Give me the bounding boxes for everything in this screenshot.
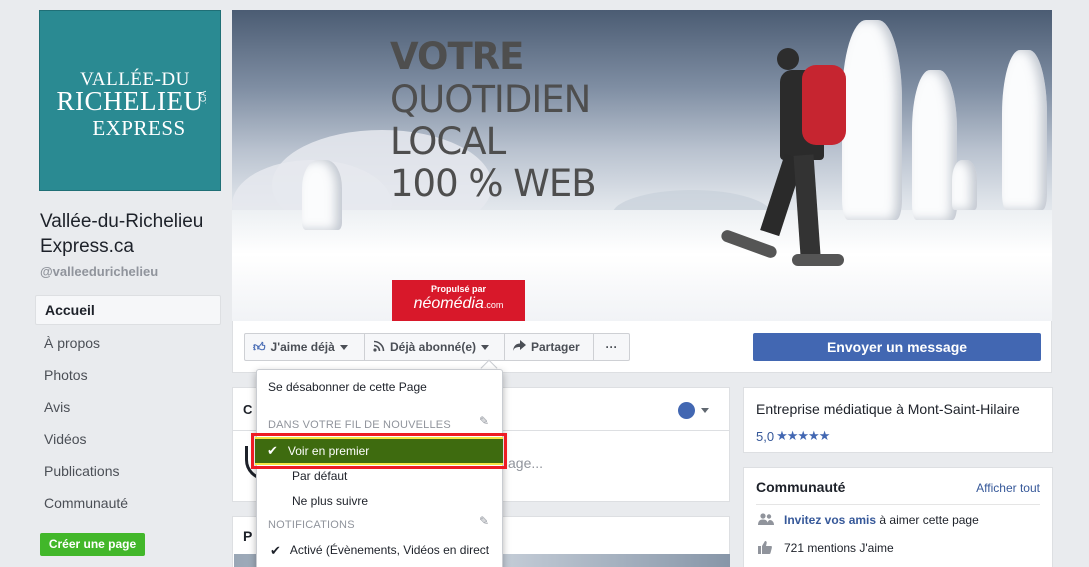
nav-item-photos[interactable]: Photos xyxy=(35,359,221,391)
cover-photo[interactable]: VOTRE QUOTIDIEN LOCAL 100 % WEB Propulsé… xyxy=(232,10,1052,321)
page-likes-count[interactable]: 721 mentions J'aime xyxy=(784,541,894,555)
nav-item-home[interactable]: Accueil xyxy=(35,295,221,325)
divider xyxy=(756,504,1040,505)
cover-snow-tree xyxy=(1002,50,1047,210)
hiker-backpack xyxy=(802,65,846,145)
cover-headline-2: QUOTIDIEN xyxy=(390,78,591,121)
star-icon: ★★★★★ xyxy=(776,428,830,443)
create-post-header: C xyxy=(243,402,253,417)
like-button[interactable]: 👍︎ J'aime déjà xyxy=(244,333,365,361)
logo-text-line3: EXPRESS xyxy=(92,116,186,140)
share-arrow-icon xyxy=(513,340,526,354)
nav-item-posts[interactable]: Publications xyxy=(35,455,221,487)
rating-value: 5,0 xyxy=(756,428,775,444)
nav-item-reviews[interactable]: Avis xyxy=(35,391,221,423)
badge-brand-name: néomédia xyxy=(413,295,484,312)
cover-headline-3: LOCAL xyxy=(390,120,506,163)
about-card: Entreprise médiatique à Mont-Saint-Hilai… xyxy=(743,387,1053,453)
default-menu-item[interactable]: Par défaut xyxy=(257,469,502,483)
news-feed-section-label: DANS VOTRE FIL DE NOUVELLES xyxy=(268,419,451,431)
badge-brand: néomédia.com xyxy=(392,295,525,313)
cover-headline-1: VOTRE xyxy=(390,35,524,78)
badge-powered-by: Propulsé par xyxy=(430,284,486,294)
send-message-button[interactable]: Envoyer un message xyxy=(753,333,1041,361)
nav-item-about[interactable]: À propos xyxy=(35,327,221,359)
notifications-section-label: NOTIFICATIONS xyxy=(268,519,355,531)
more-dots-icon: ··· xyxy=(605,340,618,354)
notifications-active-menu-item[interactable]: ✔ Activé (Évènements, Vidéos en direct xyxy=(257,543,502,559)
cover-snow-tree xyxy=(842,20,902,220)
follow-button[interactable]: Déjà abonné(e) xyxy=(364,333,505,361)
logo-suffix: .CA xyxy=(199,90,209,105)
hiker-head xyxy=(777,48,799,70)
more-options-button[interactable]: ··· xyxy=(593,333,630,361)
page-likes-row: 721 mentions J'aime xyxy=(758,541,894,555)
page-category[interactable]: Entreprise médiatique à Mont-Saint-Hilai… xyxy=(756,401,1020,417)
people-icon xyxy=(758,513,774,527)
cover-snow-tree xyxy=(912,70,957,220)
follow-button-label: Déjà abonné(e) xyxy=(390,340,477,354)
posts-header: P xyxy=(243,528,253,544)
page-rating[interactable]: 5,0 ★★★★★ xyxy=(756,428,830,444)
like-button-label: J'aime déjà xyxy=(270,340,335,354)
page-title[interactable]: Vallée-du-Richelieu Express.ca xyxy=(40,209,230,259)
left-navigation: Accueil À propos Photos Avis Vidéos Publ… xyxy=(35,295,221,519)
unsubscribe-menu-item[interactable]: Se désabonner de cette Page xyxy=(257,380,502,394)
see-all-link[interactable]: Afficher tout xyxy=(976,481,1040,495)
see-first-menu-item[interactable]: ✔ Voir en premier xyxy=(251,433,507,469)
community-title: Communauté xyxy=(756,479,846,495)
unfollow-menu-item[interactable]: Ne plus suivre xyxy=(257,494,502,508)
profile-picture[interactable]: VALLÉE-DU RICHELIEU EXPRESS .CA xyxy=(39,10,221,191)
invite-text: Invitez vos amis à aimer cette page xyxy=(784,513,979,527)
see-first-highlight: ✔ Voir en premier xyxy=(255,437,503,465)
invite-rest-text: à aimer cette page xyxy=(876,513,979,527)
chevron-down-icon xyxy=(339,344,348,350)
nav-item-community[interactable]: Communauté xyxy=(35,487,221,519)
cover-snow-ground xyxy=(232,210,1052,321)
hiker-snowshoe xyxy=(792,254,844,266)
cover-headline-4: 100 % WEB xyxy=(390,162,597,205)
cover-snow-tree xyxy=(302,160,342,230)
thumbs-up-icon: 👍︎ xyxy=(253,339,266,354)
invite-friends-link[interactable]: Invitez vos amis xyxy=(784,513,876,527)
nav-item-videos[interactable]: Vidéos xyxy=(35,423,221,455)
post-as-avatar[interactable] xyxy=(678,402,695,419)
rss-icon xyxy=(373,340,385,355)
neomedia-badge: Propulsé par néomédia.com xyxy=(392,280,525,321)
notifications-active-label: Activé (Évènements, Vidéos en direct xyxy=(289,543,490,557)
logo-text-line2: RICHELIEU xyxy=(56,86,204,116)
create-page-button[interactable]: Créer une page xyxy=(40,533,145,556)
page-handle[interactable]: @valleedurichelieu xyxy=(40,264,158,279)
pencil-edit-icon[interactable]: ✎ xyxy=(479,514,489,528)
checkmark-icon: ✔ xyxy=(267,443,278,458)
chevron-down-icon xyxy=(481,344,490,350)
page-action-bar: 👍︎ J'aime déjà Déjà abonné(e) Partager ·… xyxy=(232,321,1052,373)
cover-snow-tree xyxy=(952,160,977,210)
badge-brand-tld: .com xyxy=(483,300,504,310)
invite-friends-row: Invitez vos amis à aimer cette page xyxy=(758,513,979,527)
share-button[interactable]: Partager xyxy=(504,333,594,361)
see-first-label: Voir en premier xyxy=(287,444,370,458)
follow-dropdown-menu: Se désabonner de cette Page DANS VOTRE F… xyxy=(251,369,507,567)
checkmark-icon: ✔ xyxy=(270,543,281,558)
post-composer-input[interactable]: age... xyxy=(508,455,543,471)
chevron-down-icon[interactable] xyxy=(701,408,709,413)
community-card: Communauté Afficher tout Invitez vos ami… xyxy=(743,467,1053,567)
share-button-label: Partager xyxy=(531,340,580,354)
thumbs-up-icon xyxy=(758,541,774,555)
pencil-edit-icon[interactable]: ✎ xyxy=(479,414,489,428)
